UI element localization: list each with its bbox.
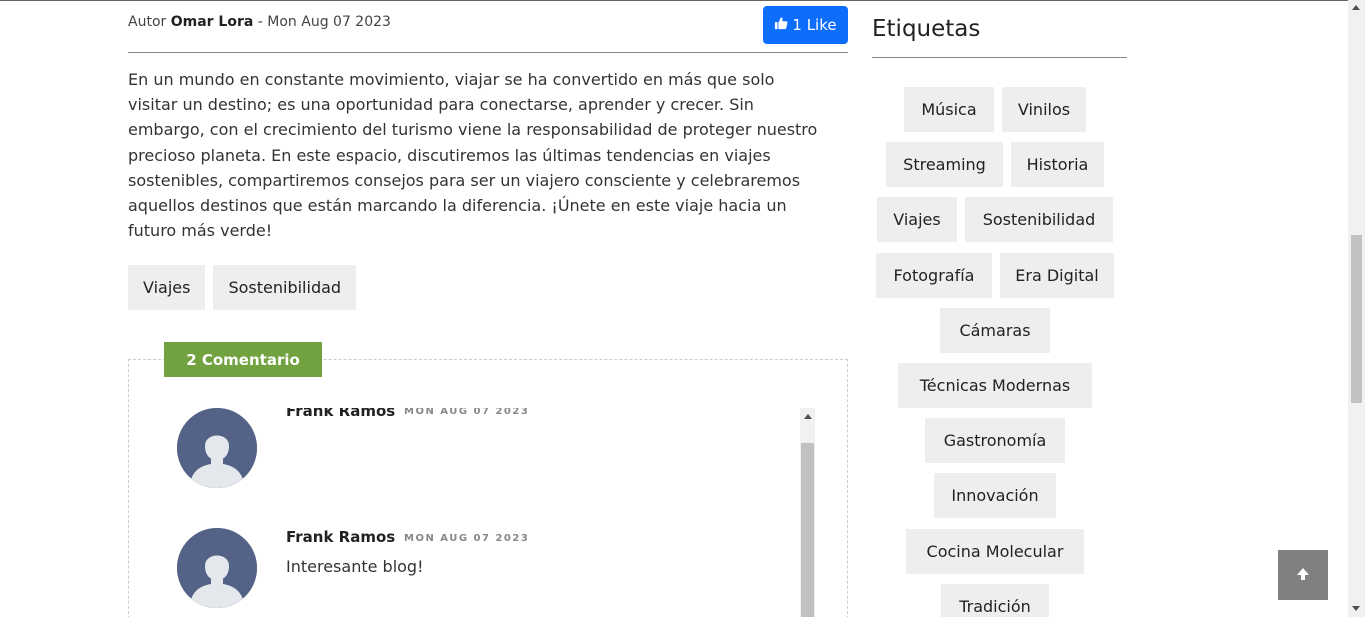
page-scroll-thumb[interactable]	[1351, 235, 1362, 403]
sidebar-tag[interactable]: Cocina Molecular	[906, 529, 1084, 574]
comment-text: Interesante blog!	[286, 557, 424, 576]
like-label: 1 Like	[792, 16, 837, 34]
arrow-up-icon	[1296, 566, 1310, 585]
comment-author: Frank Ramos	[286, 408, 396, 420]
user-avatar-icon	[177, 528, 257, 608]
post-tag[interactable]: Viajes	[128, 265, 206, 310]
back-to-top-button[interactable]	[1278, 550, 1328, 600]
page-scroll-up-icon[interactable]	[1352, 3, 1360, 12]
meta-divider	[128, 52, 848, 53]
like-button[interactable]: 1 Like	[763, 6, 848, 44]
page-scrollbar[interactable]	[1348, 0, 1365, 617]
sidebar-tag[interactable]: Era Digital	[1000, 253, 1114, 298]
sidebar-tag[interactable]: Gastronomía	[925, 418, 1065, 463]
post-tags: Viajes Sostenibilidad	[128, 265, 357, 310]
sidebar-tag[interactable]: Técnicas Modernas	[898, 363, 1092, 408]
sidebar-tag[interactable]: Tradición	[941, 584, 1049, 617]
sidebar-tag[interactable]: Vinilos	[1002, 87, 1086, 132]
thumbs-up-icon	[774, 16, 788, 34]
scroll-up-arrow-icon[interactable]	[800, 408, 815, 425]
post-body: En un mundo en constante movimiento, via…	[128, 70, 818, 241]
sidebar-tag[interactable]: Cámaras	[940, 308, 1050, 353]
sidebar-tag[interactable]: Streaming	[886, 142, 1003, 187]
comment-date: MON AUG 07 2023	[404, 408, 530, 417]
comment-item: Frank Ramos MON AUG 07 2023	[160, 408, 790, 500]
sidebar-divider	[872, 57, 1127, 58]
comments-scroll-thumb[interactable]	[801, 443, 814, 617]
post-tag[interactable]: Sostenibilidad	[213, 265, 357, 310]
user-avatar-icon	[177, 408, 257, 488]
post-date: Mon Aug 07 2023	[267, 14, 391, 30]
sidebar-tag[interactable]: Historia	[1011, 142, 1104, 187]
page-scroll-down-icon[interactable]	[1352, 604, 1360, 613]
sidebar-tag[interactable]: Viajes	[877, 197, 957, 242]
date-separator: -	[253, 14, 268, 30]
comment-date: MON AUG 07 2023	[404, 533, 530, 544]
post-meta: Autor Omar Lora - Mon Aug 07 2023	[128, 14, 391, 30]
comments-scrollbar[interactable]	[800, 408, 815, 617]
comments-list[interactable]: Frank Ramos MON AUG 07 2023 Frank Ramos …	[160, 408, 815, 617]
sidebar-tag[interactable]: Fotografía	[876, 253, 992, 298]
tags-sidebar-title: Etiquetas	[872, 16, 981, 42]
top-border	[0, 0, 1365, 1]
comment-author: Frank Ramos	[286, 528, 396, 546]
author-name[interactable]: Omar Lora	[171, 14, 254, 30]
comments-count-badge: 2 Comentario	[164, 342, 322, 377]
sidebar-tag[interactable]: Música	[904, 87, 994, 132]
sidebar-tag[interactable]: Innovación	[934, 473, 1056, 518]
author-prefix: Autor	[128, 14, 167, 30]
sidebar-tag[interactable]: Sostenibilidad	[965, 197, 1113, 242]
comment-item: Frank Ramos MON AUG 07 2023 Interesante …	[160, 518, 790, 617]
